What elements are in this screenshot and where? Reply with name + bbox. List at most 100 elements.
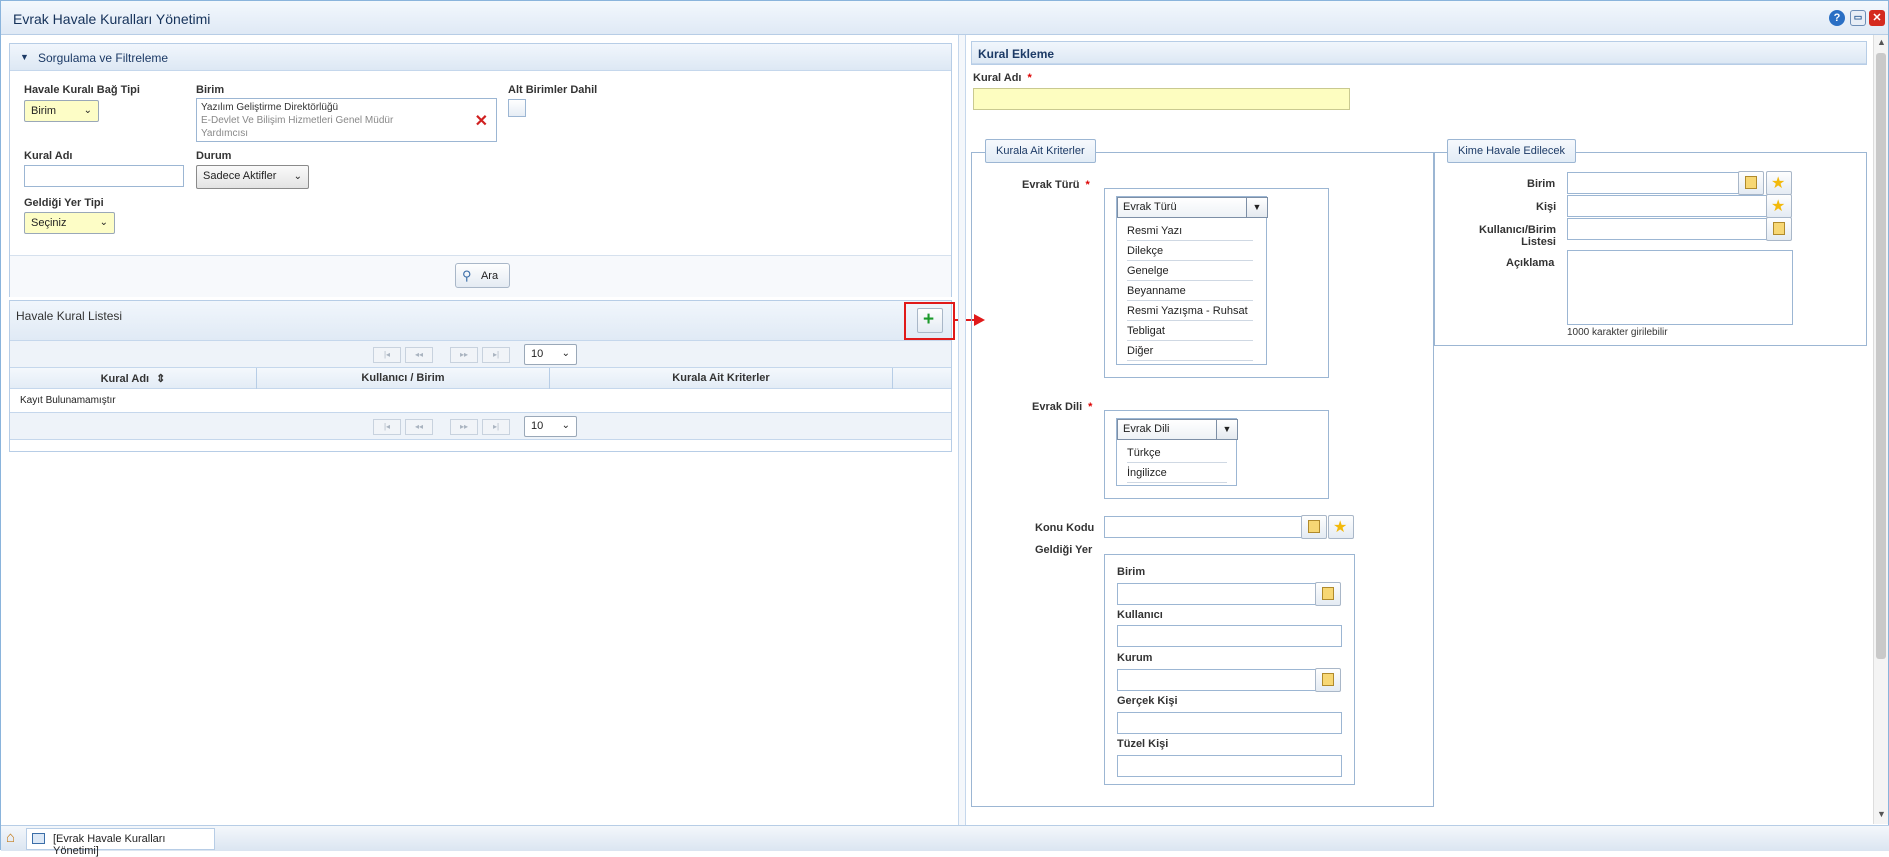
- page-size-value: 10: [531, 348, 544, 360]
- first-page-button[interactable]: |◂: [373, 419, 401, 435]
- birim-label: Birim: [196, 84, 225, 96]
- page-size-select[interactable]: 10 ⌄: [524, 344, 577, 365]
- collapse-icon[interactable]: ▼: [20, 52, 29, 62]
- splitter[interactable]: [958, 35, 966, 825]
- page-size-select[interactable]: 10 ⌄: [524, 416, 577, 437]
- char-limit-hint: 1000 karakter girilebilir: [1567, 327, 1668, 338]
- scroll-up-icon[interactable]: ▲: [1877, 37, 1886, 47]
- add-rule-button[interactable]: +: [917, 308, 943, 333]
- column-kural-adi[interactable]: Kural Adı ⇕: [10, 368, 257, 389]
- tree-icon: [1308, 520, 1320, 533]
- bag-tipi-select[interactable]: Birim ⌄: [24, 100, 99, 122]
- gy-gercek-kisi-input[interactable]: [1117, 712, 1342, 734]
- window-title: Evrak Havale Kuralları Yönetimi: [13, 11, 211, 27]
- taskbar: ⌂ [Evrak Havale Kuralları Yönetimi]: [1, 825, 1889, 857]
- kime-liste-tree-button[interactable]: [1766, 217, 1792, 241]
- star-icon: ★: [1333, 519, 1348, 536]
- list-item[interactable]: Diğer: [1127, 341, 1253, 361]
- kime-birim-tree-button[interactable]: [1738, 171, 1764, 195]
- empty-text: Kayıt Bulunamamıştır: [20, 395, 116, 406]
- alt-birimler-label: Alt Birimler Dahil: [508, 84, 598, 96]
- evrak-turu-list-header[interactable]: Evrak Türü ▼: [1117, 197, 1268, 218]
- gy-birim-label: Birim: [1117, 566, 1146, 578]
- form-kural-adi-input[interactable]: [973, 88, 1350, 110]
- konu-kodu-input[interactable]: [1104, 516, 1302, 538]
- empty-row: Kayıt Bulunamamıştır: [10, 390, 951, 413]
- chevron-down-icon[interactable]: ▼: [1216, 419, 1238, 440]
- kime-liste-input[interactable]: [1567, 218, 1767, 240]
- list-item[interactable]: Beyanname: [1127, 281, 1253, 301]
- taskbar-tab[interactable]: [Evrak Havale Kuralları Yönetimi]: [26, 828, 215, 857]
- gy-kurum-input[interactable]: [1117, 669, 1316, 691]
- alt-birimler-checkbox[interactable]: [508, 99, 526, 117]
- pager-bottom: |◂ ◂◂ ▸▸ ▸| 10 ⌄: [10, 413, 951, 440]
- evrak-turu-list[interactable]: Evrak Türü ▼ Resmi Yazı Dilekçe Genelge …: [1116, 196, 1268, 365]
- aciklama-textarea[interactable]: [1567, 250, 1793, 325]
- search-button-label: Ara: [480, 270, 499, 282]
- prev-page-button[interactable]: ◂◂: [405, 419, 433, 435]
- aciklama-label: Açıklama: [1506, 257, 1555, 269]
- rule-list-title: Havale Kural Listesi: [16, 309, 123, 323]
- chevron-down-icon: ⌄: [83, 105, 92, 116]
- birim-line-2: E-Devlet Ve Bilişim Hizmetleri Genel Müd…: [201, 115, 394, 126]
- list-item[interactable]: Tebligat: [1127, 321, 1253, 341]
- gy-gercek-kisi-label: Gerçek Kişi: [1117, 695, 1178, 707]
- kime-birim-favorite-button[interactable]: ★: [1766, 171, 1792, 195]
- evrak-turu-label: Evrak Türü *: [1022, 179, 1090, 191]
- scrollbar[interactable]: ▲ ▼: [1873, 35, 1888, 824]
- list-item[interactable]: Genelge: [1127, 261, 1253, 281]
- kural-adi-input[interactable]: [24, 165, 184, 187]
- konu-kodu-tree-button[interactable]: [1301, 515, 1327, 539]
- evrak-dili-list[interactable]: Evrak Dili ▼ Türkçe İngilizce: [1116, 418, 1238, 486]
- close-icon[interactable]: ✕: [1869, 10, 1885, 26]
- help-icon[interactable]: ?: [1829, 10, 1845, 26]
- kime-kisi-input[interactable]: [1567, 195, 1767, 217]
- last-page-button[interactable]: ▸|: [482, 419, 510, 435]
- kime-kisi-favorite-button[interactable]: ★: [1766, 194, 1792, 218]
- home-icon[interactable]: ⌂: [6, 829, 15, 846]
- next-page-button[interactable]: ▸▸: [450, 347, 478, 363]
- list-item[interactable]: İngilizce: [1127, 463, 1227, 483]
- gy-tuzel-kisi-input[interactable]: [1117, 755, 1342, 777]
- scroll-thumb[interactable]: [1876, 53, 1886, 659]
- first-page-button[interactable]: |◂: [373, 347, 401, 363]
- durum-select[interactable]: Sadece Aktifler ⌄: [196, 165, 309, 189]
- birim-field[interactable]: Yazılım Geliştirme Direktörlüğü E-Devlet…: [196, 98, 497, 142]
- filter-panel-header[interactable]: ▼ Sorgulama ve Filtreleme: [10, 44, 951, 71]
- geldigi-yer-tipi-select[interactable]: Seçiniz ⌄: [24, 212, 115, 234]
- column-kriterler[interactable]: Kurala Ait Kriterler: [550, 368, 893, 389]
- chevron-down-icon[interactable]: ▼: [1246, 197, 1268, 218]
- next-page-button[interactable]: ▸▸: [450, 419, 478, 435]
- kime-birim-label: Birim: [1527, 178, 1556, 190]
- gy-birim-input[interactable]: [1117, 583, 1316, 605]
- evrak-dili-list-header[interactable]: Evrak Dili ▼: [1117, 419, 1238, 440]
- prev-page-button[interactable]: ◂◂: [405, 347, 433, 363]
- last-page-button[interactable]: ▸|: [482, 347, 510, 363]
- list-item[interactable]: Dilekçe: [1127, 241, 1253, 261]
- geldigi-yer-tipi-label: Geldiği Yer Tipi: [24, 197, 104, 209]
- chevron-down-icon: ⌄: [99, 217, 108, 228]
- list-item[interactable]: Türkçe: [1127, 443, 1227, 463]
- page-size-value: 10: [531, 420, 544, 432]
- gy-kullanici-input[interactable]: [1117, 625, 1342, 647]
- remove-icon[interactable]: ✕: [475, 111, 488, 131]
- scroll-down-icon[interactable]: ▼: [1877, 809, 1886, 819]
- column-kullanici-birim[interactable]: Kullanıcı / Birim: [257, 368, 550, 389]
- rule-list-panel: Havale Kural Listesi |◂ ◂◂ ▸▸ ▸| 10 ⌄ Ku…: [9, 300, 952, 452]
- restore-icon[interactable]: ▭: [1850, 10, 1866, 26]
- konu-kodu-favorite-button[interactable]: ★: [1328, 515, 1354, 539]
- filter-panel-title: Sorgulama ve Filtreleme: [38, 51, 169, 65]
- search-button[interactable]: ⚲ Ara: [455, 263, 510, 288]
- rule-form-panel: Kural Ekleme: [971, 41, 1867, 65]
- chevron-down-icon: ⌄: [561, 348, 570, 359]
- kime-birim-input[interactable]: [1567, 172, 1740, 194]
- gy-birim-tree-button[interactable]: [1315, 582, 1341, 606]
- list-item[interactable]: Resmi Yazışma - Ruhsat: [1127, 301, 1253, 321]
- tree-icon: [1322, 587, 1334, 600]
- filter-panel: ▼ Sorgulama ve Filtreleme Havale Kuralı …: [9, 43, 952, 297]
- gy-tuzel-kisi-label: Tüzel Kişi: [1117, 738, 1169, 750]
- tree-icon: [1773, 222, 1785, 235]
- list-item[interactable]: Resmi Yazı: [1127, 221, 1253, 241]
- gy-kurum-tree-button[interactable]: [1315, 668, 1341, 692]
- tree-icon: [1745, 176, 1757, 189]
